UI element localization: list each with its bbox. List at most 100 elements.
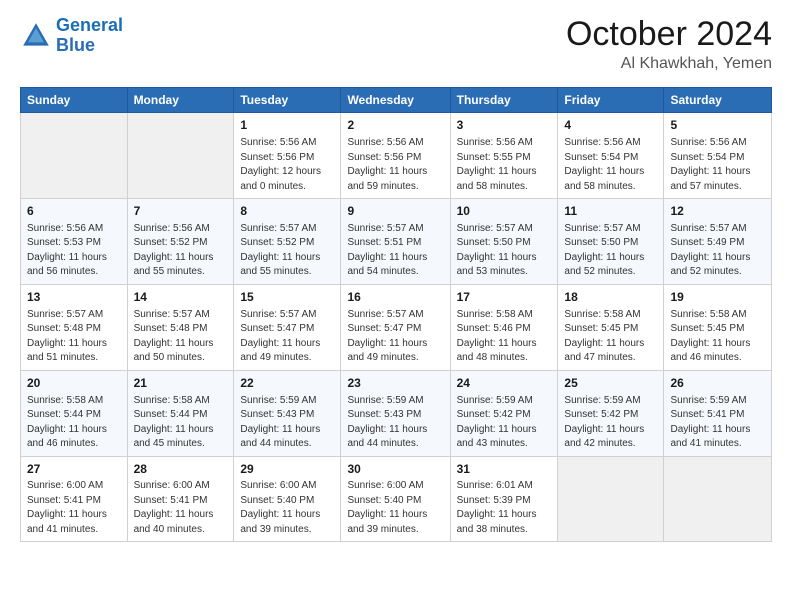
calendar-cell: 16Sunrise: 5:57 AM Sunset: 5:47 PM Dayli… — [341, 284, 450, 370]
day-number: 2 — [347, 117, 443, 134]
calendar-cell: 17 Sunrise: 5:58 AM Sunset: 5:46 PM Dayli… — [450, 284, 558, 370]
day-info: Sunrise: 6:00 AM Sunset: 5:41 PM Dayligh… — [134, 479, 228, 537]
weekday-header: Tuesday — [234, 88, 341, 113]
calendar-cell: 15Sunrise: 5:57 AM Sunset: 5:47 PM Dayli… — [234, 284, 341, 370]
calendar-cell: 25Sunrise: 5:59 AM Sunset: 5:42 PM Dayli… — [558, 370, 664, 456]
calendar-cell: 13 Sunrise: 5:57 AM Sunset: 5:48 PM Dayli… — [21, 284, 128, 370]
calendar-cell: 22 Sunrise: 5:59 AM Sunset: 5:43 PM Dayli… — [234, 370, 341, 456]
calendar-cell: 11 Sunrise: 5:57 AM Sunset: 5:50 PM Dayli… — [558, 199, 664, 285]
day-info: Sunrise: 5:59 AM Sunset: 5:43 PM Dayligh… — [347, 394, 443, 452]
calendar-cell: 26Sunrise: 5:59 AM Sunset: 5:41 PM Dayli… — [664, 370, 772, 456]
calendar-cell: 23Sunrise: 5:59 AM Sunset: 5:43 PM Dayli… — [341, 370, 450, 456]
calendar-subtitle: Al Khawkhah, Yemen — [566, 55, 772, 73]
day-number: 22 — [240, 375, 334, 392]
calendar-cell — [127, 113, 234, 199]
day-info: Sunrise: 6:01 AM Sunset: 5:39 PM Dayligh… — [457, 479, 552, 537]
day-number: 19 — [670, 289, 765, 306]
header: General Blue October 2024 Al Khawkhah, Y… — [20, 16, 772, 73]
day-number: 30 — [347, 461, 443, 478]
day-number: 1 — [240, 117, 334, 134]
day-info: Sunrise: 5:58 AM Sunset: 5:45 PM Dayligh… — [564, 308, 657, 366]
calendar-cell: 28Sunrise: 6:00 AM Sunset: 5:41 PM Dayli… — [127, 456, 234, 542]
day-info: Sunrise: 5:57 AM Sunset: 5:48 PM Dayligh… — [27, 308, 121, 366]
day-info: Sunrise: 5:56 AM Sunset: 5:54 PM Dayligh… — [670, 136, 765, 194]
calendar-cell: 24 Sunrise: 5:59 AM Sunset: 5:42 PM Dayli… — [450, 370, 558, 456]
calendar-cell: 30Sunrise: 6:00 AM Sunset: 5:40 PM Dayli… — [341, 456, 450, 542]
calendar-week-row: 27 Sunrise: 6:00 AM Sunset: 5:41 PM Dayli… — [21, 456, 772, 542]
calendar-cell: 9 Sunrise: 5:57 AM Sunset: 5:51 PM Daylig… — [341, 199, 450, 285]
title-block: October 2024 Al Khawkhah, Yemen — [566, 16, 772, 73]
calendar-cell: 31Sunrise: 6:01 AM Sunset: 5:39 PM Dayli… — [450, 456, 558, 542]
calendar-table: SundayMondayTuesdayWednesdayThursdayFrid… — [20, 87, 772, 542]
calendar-cell: 4Sunrise: 5:56 AM Sunset: 5:54 PM Daylig… — [558, 113, 664, 199]
calendar-cell: 14 Sunrise: 5:57 AM Sunset: 5:48 PM Dayli… — [127, 284, 234, 370]
day-number: 27 — [27, 461, 121, 478]
calendar-cell: 5 Sunrise: 5:56 AM Sunset: 5:54 PM Daylig… — [664, 113, 772, 199]
calendar-cell — [664, 456, 772, 542]
calendar-cell: 18 Sunrise: 5:58 AM Sunset: 5:45 PM Dayli… — [558, 284, 664, 370]
day-number: 17 — [457, 289, 552, 306]
day-info: Sunrise: 5:57 AM Sunset: 5:50 PM Dayligh… — [457, 222, 552, 280]
day-number: 31 — [457, 461, 552, 478]
logo: General Blue — [20, 16, 123, 56]
logo-general: General — [56, 15, 123, 35]
calendar-cell: 19Sunrise: 5:58 AM Sunset: 5:45 PM Dayli… — [664, 284, 772, 370]
day-number: 3 — [457, 117, 552, 134]
day-info: Sunrise: 5:57 AM Sunset: 5:50 PM Dayligh… — [564, 222, 657, 280]
day-number: 11 — [564, 203, 657, 220]
day-number: 14 — [134, 289, 228, 306]
weekday-header: Friday — [558, 88, 664, 113]
weekday-header: Monday — [127, 88, 234, 113]
day-number: 21 — [134, 375, 228, 392]
day-number: 5 — [670, 117, 765, 134]
weekday-header: Saturday — [664, 88, 772, 113]
calendar-cell: 12 Sunrise: 5:57 AM Sunset: 5:49 PM Dayli… — [664, 199, 772, 285]
weekday-header: Sunday — [21, 88, 128, 113]
day-info: Sunrise: 6:00 AM Sunset: 5:40 PM Dayligh… — [347, 479, 443, 537]
day-info: Sunrise: 6:00 AM Sunset: 5:40 PM Dayligh… — [240, 479, 334, 537]
day-info: Sunrise: 5:57 AM Sunset: 5:49 PM Dayligh… — [670, 222, 765, 280]
calendar-cell: 7Sunrise: 5:56 AM Sunset: 5:52 PM Daylig… — [127, 199, 234, 285]
day-info: Sunrise: 5:56 AM Sunset: 5:54 PM Dayligh… — [564, 136, 657, 194]
weekday-header-row: SundayMondayTuesdayWednesdayThursdayFrid… — [21, 88, 772, 113]
calendar-cell — [21, 113, 128, 199]
day-info: Sunrise: 5:57 AM Sunset: 5:52 PM Dayligh… — [240, 222, 334, 280]
calendar-week-row: 20 Sunrise: 5:58 AM Sunset: 5:44 PM Dayli… — [21, 370, 772, 456]
calendar-cell: 10Sunrise: 5:57 AM Sunset: 5:50 PM Dayli… — [450, 199, 558, 285]
day-info: Sunrise: 5:57 AM Sunset: 5:47 PM Dayligh… — [240, 308, 334, 366]
logo-text: General Blue — [56, 16, 123, 56]
calendar-week-row: 6Sunrise: 5:56 AM Sunset: 5:53 PM Daylig… — [21, 199, 772, 285]
calendar-cell: 8Sunrise: 5:57 AM Sunset: 5:52 PM Daylig… — [234, 199, 341, 285]
day-number: 12 — [670, 203, 765, 220]
calendar-cell: 3Sunrise: 5:56 AM Sunset: 5:55 PM Daylig… — [450, 113, 558, 199]
calendar-cell: 6Sunrise: 5:56 AM Sunset: 5:53 PM Daylig… — [21, 199, 128, 285]
day-number: 25 — [564, 375, 657, 392]
day-info: Sunrise: 5:56 AM Sunset: 5:56 PM Dayligh… — [240, 136, 334, 194]
calendar-cell: 20 Sunrise: 5:58 AM Sunset: 5:44 PM Dayli… — [21, 370, 128, 456]
day-number: 18 — [564, 289, 657, 306]
calendar-title: October 2024 — [566, 16, 772, 53]
day-info: Sunrise: 5:58 AM Sunset: 5:46 PM Dayligh… — [457, 308, 552, 366]
day-number: 7 — [134, 203, 228, 220]
weekday-header: Thursday — [450, 88, 558, 113]
day-number: 9 — [347, 203, 443, 220]
day-info: Sunrise: 5:57 AM Sunset: 5:48 PM Dayligh… — [134, 308, 228, 366]
day-number: 28 — [134, 461, 228, 478]
day-number: 29 — [240, 461, 334, 478]
day-number: 20 — [27, 375, 121, 392]
day-number: 24 — [457, 375, 552, 392]
day-info: Sunrise: 5:57 AM Sunset: 5:51 PM Dayligh… — [347, 222, 443, 280]
day-number: 13 — [27, 289, 121, 306]
day-info: Sunrise: 5:59 AM Sunset: 5:42 PM Dayligh… — [457, 394, 552, 452]
day-info: Sunrise: 5:56 AM Sunset: 5:53 PM Dayligh… — [27, 222, 121, 280]
day-info: Sunrise: 5:59 AM Sunset: 5:43 PM Dayligh… — [240, 394, 334, 452]
calendar-cell: 21Sunrise: 5:58 AM Sunset: 5:44 PM Dayli… — [127, 370, 234, 456]
calendar-cell: 29Sunrise: 6:00 AM Sunset: 5:40 PM Dayli… — [234, 456, 341, 542]
calendar-week-row: 13 Sunrise: 5:57 AM Sunset: 5:48 PM Dayli… — [21, 284, 772, 370]
logo-blue: Blue — [56, 35, 95, 55]
calendar-cell — [558, 456, 664, 542]
weekday-header: Wednesday — [341, 88, 450, 113]
day-info: Sunrise: 5:58 AM Sunset: 5:44 PM Dayligh… — [27, 394, 121, 452]
logo-icon — [20, 20, 52, 52]
day-info: Sunrise: 5:59 AM Sunset: 5:41 PM Dayligh… — [670, 394, 765, 452]
